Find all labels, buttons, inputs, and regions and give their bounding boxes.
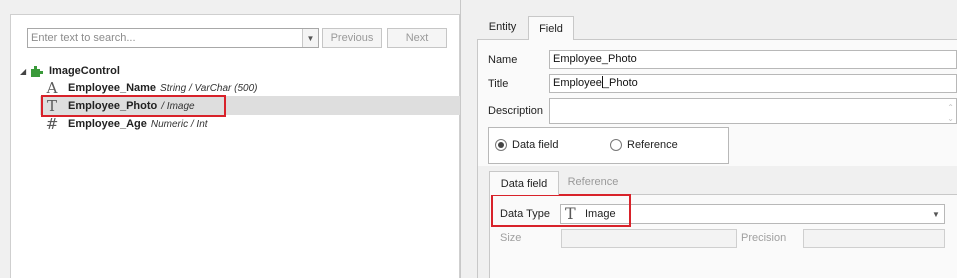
field-name: Employee_Name — [68, 82, 157, 94]
name-label: Name — [488, 54, 518, 66]
tree-area — [10, 14, 460, 278]
reference-radio-label: Reference — [627, 139, 678, 151]
name-field[interactable]: Employee_Photo — [549, 50, 957, 69]
size-field — [561, 229, 737, 248]
subtab-data-field[interactable]: Data field — [489, 171, 559, 195]
reference-radio[interactable]: Reference — [610, 139, 678, 151]
title-value-end: _Photo — [602, 77, 638, 89]
subtab-reference[interactable]: Reference — [559, 171, 627, 193]
tab-entity[interactable]: Entity — [477, 16, 528, 38]
precision-field — [803, 229, 945, 248]
field-name: Employee_Age — [68, 118, 147, 130]
search-box[interactable]: ▼ — [27, 28, 319, 48]
field-type: Numeric / Int — [150, 118, 208, 130]
title-value-start: Employee — [553, 77, 602, 89]
size-label: Size — [500, 232, 522, 244]
next-button[interactable]: Next — [387, 28, 447, 48]
data-field-radio-label: Data field — [512, 139, 559, 151]
spin-down-icon[interactable]: ⌄ — [947, 110, 954, 127]
precision-label: Precision — [741, 232, 787, 244]
chevron-down-icon[interactable]: ▼ — [302, 29, 318, 47]
title-field[interactable]: Employee_Photo — [549, 74, 957, 93]
description-label: Description — [488, 105, 544, 117]
radio-unchecked-icon — [610, 139, 622, 151]
string-type-icon: A — [46, 79, 58, 97]
tree-root-label: ImageControl — [49, 65, 120, 77]
highlight-box — [491, 194, 631, 227]
expand-icon[interactable]: ◢ — [20, 67, 30, 76]
search-input[interactable] — [28, 29, 302, 47]
numeric-type-icon: # — [45, 115, 59, 133]
previous-button[interactable]: Previous — [322, 28, 382, 48]
field-type: String / VarChar (500) — [160, 82, 258, 94]
radio-checked-icon — [495, 139, 507, 151]
title-label: Title — [488, 78, 509, 90]
chevron-down-icon[interactable]: ▼ — [928, 205, 944, 223]
puzzle-icon — [30, 64, 44, 78]
data-field-radio[interactable]: Data field — [495, 139, 558, 151]
tree-root-node[interactable]: ◢ ImageControl — [20, 62, 120, 80]
description-field[interactable]: ⌃ ⌄ — [549, 98, 957, 124]
tree-field-row[interactable]: # Employee_Age Numeric / Int — [42, 115, 208, 133]
tab-field[interactable]: Field — [528, 16, 574, 40]
highlight-box — [41, 95, 226, 117]
